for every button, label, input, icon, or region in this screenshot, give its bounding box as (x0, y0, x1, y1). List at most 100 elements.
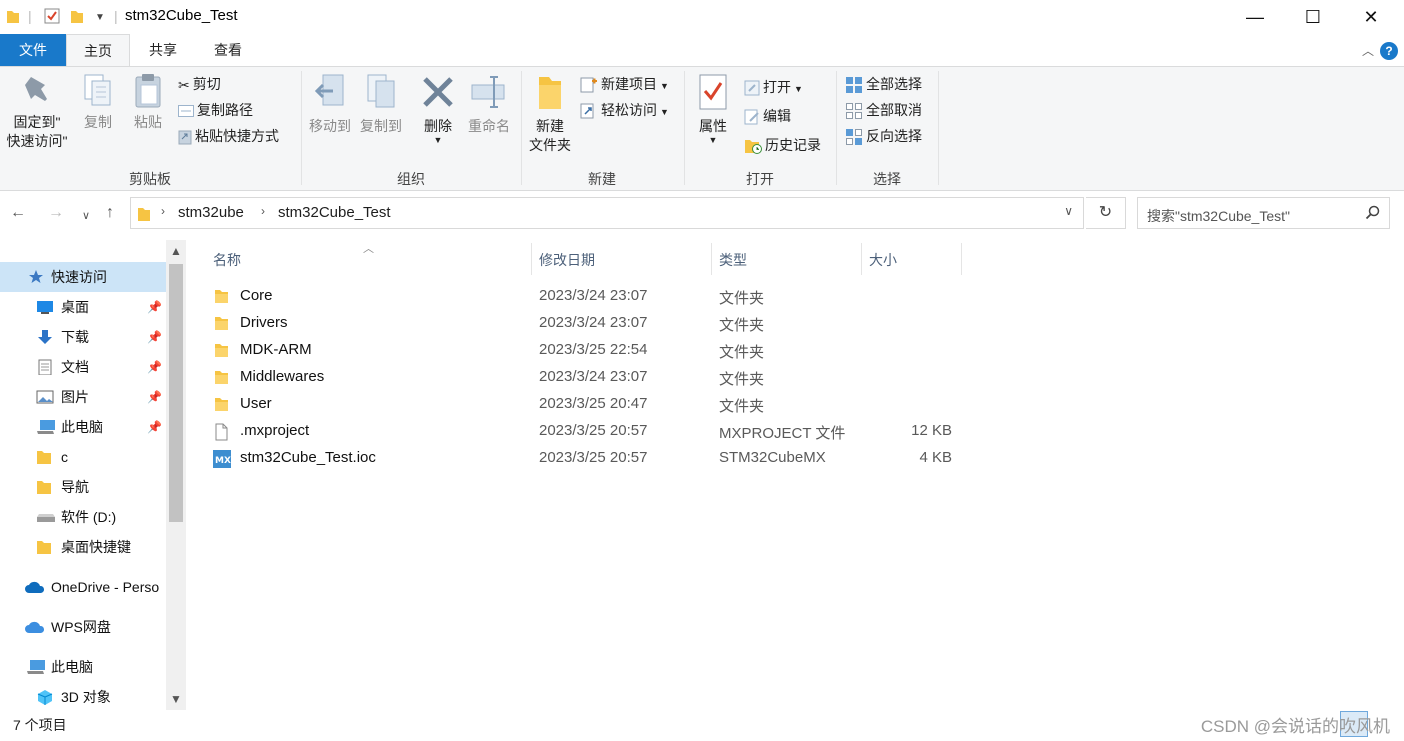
move-to-button[interactable]: 移动到 (306, 73, 354, 136)
scroll-down-icon[interactable]: ▼ (170, 692, 182, 706)
scroll-up-icon[interactable]: ▲ (170, 244, 182, 258)
breadcrumb-item[interactable]: stm32ube (178, 204, 244, 221)
properties-dropdown-icon[interactable]: ▼ (692, 136, 734, 145)
copy-path-button[interactable]: 复制路径 (178, 99, 253, 121)
delete-icon (423, 77, 453, 107)
collapse-ribbon-icon[interactable]: ︿ (1362, 42, 1374, 59)
refresh-button[interactable]: ↻ (1086, 197, 1126, 229)
scroll-thumb[interactable] (169, 264, 183, 522)
maximize-button[interactable]: ☐ (1284, 0, 1342, 34)
tab-share[interactable]: 共享 (133, 34, 193, 66)
paste-button[interactable]: 粘贴 (126, 73, 170, 132)
select-none-label: 全部取消 (866, 102, 922, 118)
file-date: 2023/3/25 20:57 (539, 422, 648, 439)
column-divider[interactable] (531, 243, 532, 275)
select-none-button[interactable]: 全部取消 (845, 99, 922, 121)
nav-scrollbar[interactable]: ▲ ▼ (166, 240, 186, 710)
column-header-type[interactable]: 类型 (719, 250, 747, 270)
desktop-icon (37, 301, 53, 314)
nav-item-desktop[interactable]: 桌面 📌 (0, 292, 166, 322)
new-folder-button[interactable]: 新建 文件夹 (526, 73, 574, 155)
file-row[interactable]: Middlewares 2023/3/24 23:07 文件夹 (212, 364, 972, 391)
nav-item-3d-objects[interactable]: 3D 对象 (0, 682, 166, 712)
move-to-icon (314, 74, 344, 106)
copy-to-button[interactable]: 复制到 (356, 73, 406, 136)
nav-item-quick-access[interactable]: 快速访问 (0, 262, 166, 292)
nav-item-wps-drive[interactable]: WPS网盘 (0, 612, 166, 642)
file-size: 12 KB (911, 422, 952, 439)
minimize-button[interactable]: — (1226, 0, 1284, 34)
history-button[interactable]: 历史记录 (744, 134, 821, 156)
delete-label: 删除 (424, 118, 452, 134)
easy-access-button[interactable]: 轻松访问 ▼ (580, 99, 669, 121)
address-bar[interactable]: › stm32ube › stm32Cube_Test ∨ (130, 197, 1084, 229)
pin-icon[interactable]: 📌 (147, 322, 162, 352)
breadcrumb-chevron-icon[interactable]: › (261, 204, 265, 218)
help-icon[interactable]: ? (1380, 42, 1398, 60)
pin-icon[interactable]: 📌 (147, 382, 162, 412)
customize-toolbar-icon[interactable]: ▼ (95, 12, 105, 23)
column-divider[interactable] (961, 243, 962, 275)
pin-quick-access-button[interactable]: 固定到" 快速访问" (4, 73, 70, 151)
file-type: MXPROJECT 文件 (719, 425, 846, 442)
file-row[interactable]: User 2023/3/25 20:47 文件夹 (212, 391, 972, 418)
tab-file[interactable]: 文件 (0, 34, 66, 66)
column-divider[interactable] (711, 243, 712, 275)
nav-item-drive-d[interactable]: 软件 (D:) (0, 502, 166, 532)
column-header-size[interactable]: 大小 (869, 250, 897, 270)
nav-item-this-pc-pinned[interactable]: 此电脑 📌 (0, 412, 166, 442)
column-divider[interactable] (861, 243, 862, 275)
rename-button[interactable]: 重命名 (464, 73, 514, 136)
recent-locations-icon[interactable]: ∨ (82, 209, 90, 222)
file-row[interactable]: .mxproject 2023/3/25 20:57 MXPROJECT 文件 … (212, 418, 972, 445)
invert-selection-button[interactable]: 反向选择 (845, 125, 922, 147)
forward-button[interactable]: → (48, 204, 64, 222)
breadcrumb-item[interactable]: stm32Cube_Test (278, 204, 391, 221)
paste-label: 粘贴 (134, 114, 162, 130)
address-dropdown-icon[interactable]: ∨ (1064, 204, 1073, 218)
nav-item-onedrive[interactable]: OneDrive - Perso (0, 572, 166, 602)
properties-icon[interactable] (44, 8, 60, 24)
nav-item-c[interactable]: c (0, 442, 166, 472)
new-folder-icon[interactable] (70, 8, 84, 24)
properties-button[interactable]: 属性 ▼ (692, 73, 734, 145)
back-button[interactable]: ← (10, 204, 26, 222)
delete-dropdown-icon[interactable]: ▼ (418, 136, 458, 145)
column-header-name[interactable]: 名称 (213, 250, 241, 270)
nav-item-navigation[interactable]: 导航 (0, 472, 166, 502)
pin-icon[interactable]: 📌 (147, 412, 162, 442)
cut-button[interactable]: ✂ 剪切 (178, 73, 221, 95)
nav-item-desktop-shortcuts[interactable]: 桌面快捷键 (0, 532, 166, 562)
file-row[interactable]: Drivers 2023/3/24 23:07 文件夹 (212, 310, 972, 337)
tab-home[interactable]: 主页 (66, 34, 130, 67)
tab-view[interactable]: 查看 (196, 34, 260, 66)
nav-item-downloads[interactable]: 下载 📌 (0, 322, 166, 352)
pin-icon[interactable]: 📌 (147, 352, 162, 382)
search-icon[interactable] (1365, 205, 1381, 221)
file-type: 文件夹 (719, 344, 765, 361)
mx-icon: MX (213, 450, 231, 468)
nav-label: 快速访问 (51, 269, 107, 285)
paste-shortcut-button[interactable]: 粘贴快捷方式 (178, 125, 279, 147)
close-button[interactable]: ✕ (1342, 0, 1400, 34)
new-item-button[interactable]: 新建项目 ▼ (580, 73, 669, 95)
file-name: stm32Cube_Test.ioc (240, 449, 376, 466)
delete-button[interactable]: 删除 ▼ (418, 73, 458, 145)
easy-access-icon (580, 103, 594, 119)
file-row[interactable]: Core 2023/3/24 23:07 文件夹 (212, 283, 972, 310)
nav-item-pictures[interactable]: 图片 📌 (0, 382, 166, 412)
svg-text:MX: MX (215, 456, 231, 466)
breadcrumb-chevron-icon[interactable]: › (161, 204, 165, 218)
nav-item-this-pc[interactable]: 此电脑 (0, 652, 166, 682)
copy-button[interactable]: 复制 (76, 73, 120, 132)
nav-item-documents[interactable]: 文档 📌 (0, 352, 166, 382)
select-all-button[interactable]: 全部选择 (845, 73, 922, 95)
file-row[interactable]: MDK-ARM 2023/3/25 22:54 文件夹 (212, 337, 972, 364)
column-header-date[interactable]: 修改日期 (539, 250, 595, 270)
up-button[interactable]: ↑ (106, 204, 114, 222)
pin-icon[interactable]: 📌 (147, 292, 162, 322)
edit-button[interactable]: 编辑 (744, 105, 791, 127)
open-button[interactable]: 打开 ▼ (744, 76, 803, 98)
file-row[interactable]: MX stm32Cube_Test.ioc 2023/3/25 20:57 ST… (212, 445, 972, 472)
search-box[interactable]: 搜索"stm32Cube_Test" (1137, 197, 1390, 229)
